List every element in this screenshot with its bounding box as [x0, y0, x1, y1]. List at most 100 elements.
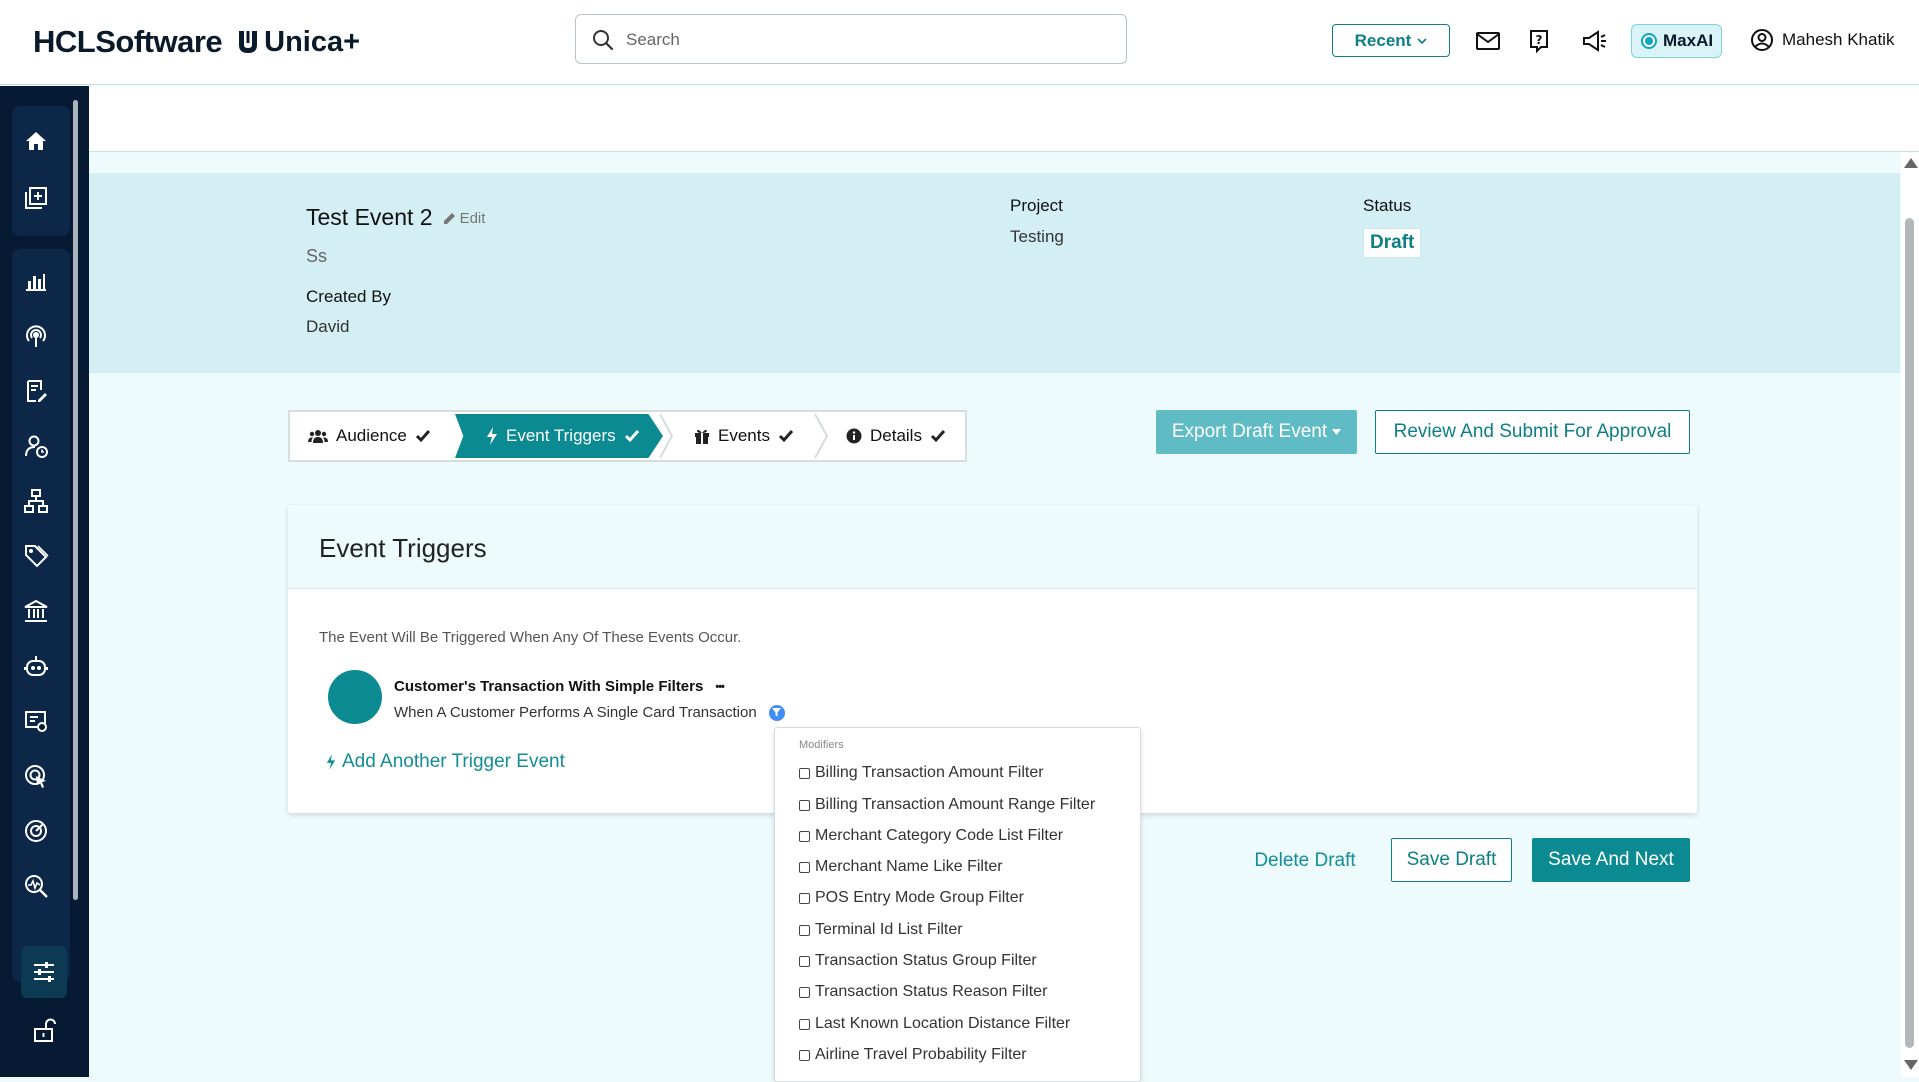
event-title-row: Test Event 2 Edit	[306, 204, 485, 231]
checkbox[interactable]	[799, 986, 810, 998]
search-input[interactable]	[624, 25, 1108, 55]
trigger-sub-row: When A Customer Performs A Single Card T…	[394, 704, 785, 721]
search-box[interactable]	[575, 14, 1127, 64]
modifier-label: Merchant Name Like Filter	[815, 858, 1003, 875]
scroll-down-arrow-icon[interactable]	[1904, 1060, 1918, 1070]
sidebar	[0, 86, 89, 1077]
gift-icon	[695, 429, 709, 444]
top-bar: HCLSoftware Unica+ Recent ?	[0, 0, 1919, 85]
checkbox[interactable]	[799, 799, 810, 811]
step-event-triggers[interactable]: Event Triggers	[486, 415, 640, 457]
filter-icon[interactable]	[768, 704, 785, 721]
analytics-icon[interactable]	[19, 264, 53, 298]
checkbox[interactable]	[799, 892, 810, 904]
checkbox[interactable]	[799, 924, 810, 936]
add-trigger-link[interactable]: Add Another Trigger Event	[326, 751, 565, 773]
content-top-band	[89, 86, 1919, 152]
search-icon	[593, 30, 614, 51]
checkbox[interactable]	[799, 955, 810, 967]
target-cursor-icon[interactable]	[19, 759, 53, 793]
unica-logo-icon	[239, 31, 258, 53]
modifier-label: Last Known Location Distance Filter	[815, 1015, 1071, 1032]
checkbox[interactable]	[799, 830, 810, 842]
caret-down-icon	[1332, 429, 1342, 435]
sliders-icon[interactable]	[27, 955, 61, 989]
modifier-label: Airline Travel Probability Filter	[815, 1046, 1027, 1063]
recent-button[interactable]: Recent	[1332, 24, 1450, 57]
bot-icon[interactable]	[19, 649, 53, 683]
bolt-icon	[326, 754, 336, 770]
modifier-label: Billing Transaction Amount Filter	[815, 764, 1044, 781]
checkbox[interactable]	[799, 767, 810, 779]
project-label: Project	[1010, 196, 1063, 215]
step-events[interactable]: Events	[694, 415, 794, 457]
modifier-option[interactable]: Airline Travel Probability Filter	[799, 1043, 1027, 1067]
add-widget-icon[interactable]	[19, 181, 53, 215]
gauge-icon[interactable]	[19, 814, 53, 848]
checkbox[interactable]	[799, 1049, 810, 1061]
chevron-down-icon	[1417, 37, 1427, 44]
checkbox[interactable]	[799, 861, 810, 873]
delete-draft-button[interactable]: Delete Draft	[1234, 840, 1376, 882]
home-icon[interactable]	[19, 124, 53, 158]
event-info-panel	[89, 173, 1900, 373]
search-analytics-icon[interactable]	[19, 869, 53, 903]
trigger-name: Customer's Transaction With Simple Filte…	[394, 678, 704, 695]
edit-link[interactable]: Edit	[443, 210, 486, 227]
modifier-option[interactable]: Merchant Name Like Filter	[799, 855, 1003, 879]
step-label: Event Triggers	[506, 426, 616, 445]
card-header: Event Triggers	[288, 505, 1697, 589]
status-badge: Draft	[1363, 228, 1422, 258]
event-title: Test Event 2	[306, 204, 433, 230]
check-icon	[415, 430, 431, 443]
modifier-option[interactable]: Billing Transaction Amount Filter	[799, 761, 1044, 785]
svg-text:?: ?	[1536, 33, 1543, 47]
settings-list-icon[interactable]	[19, 704, 53, 738]
modifier-option[interactable]: POS Entry Mode Group Filter	[799, 886, 1024, 910]
scrollbar-thumb[interactable]	[1905, 218, 1914, 1048]
review-submit-button[interactable]: Review And Submit For Approval	[1375, 410, 1690, 454]
modifier-label: Transaction Status Reason Filter	[815, 983, 1048, 1000]
created-by-label: Created By	[306, 287, 392, 306]
announcement-icon[interactable]	[1581, 28, 1607, 54]
status-label: Status	[1363, 196, 1412, 215]
more-options-icon[interactable]: •••	[715, 681, 725, 693]
brand-name: HCLSoftware	[33, 24, 223, 59]
export-draft-event-button[interactable]: Export Draft Event	[1156, 410, 1357, 454]
help-icon[interactable]: ?	[1526, 28, 1552, 54]
step-audience[interactable]: Audience	[308, 415, 431, 457]
modifier-label: POS Entry Mode Group Filter	[815, 889, 1024, 906]
modifier-option[interactable]: Last Known Location Distance Filter	[799, 1012, 1070, 1036]
modifier-option[interactable]: Merchant Category Code List Filter	[799, 824, 1063, 848]
modifier-option[interactable]: Billing Transaction Amount Range Filter	[799, 793, 1095, 817]
modifier-option[interactable]: Transaction Status Group Filter	[799, 949, 1037, 973]
user-avatar-icon	[1751, 29, 1773, 51]
created-by-value: David	[306, 317, 350, 336]
modifier-option[interactable]: Transaction Status Reason Filter	[799, 980, 1047, 1004]
checkbox[interactable]	[799, 1018, 810, 1030]
edit-label: Edit	[459, 210, 486, 227]
modifier-label: Terminal Id List Filter	[815, 921, 963, 938]
tag-icon[interactable]	[19, 539, 53, 573]
broadcast-icon[interactable]	[19, 319, 53, 353]
pencil-icon	[443, 213, 455, 224]
bank-icon[interactable]	[19, 594, 53, 628]
modifier-option[interactable]: Terminal Id List Filter	[799, 918, 963, 942]
document-edit-icon[interactable]	[19, 374, 53, 408]
brand-logo[interactable]: HCLSoftware Unica+	[33, 24, 360, 60]
maxai-button[interactable]: MaxAI	[1631, 24, 1722, 58]
check-icon	[930, 430, 946, 443]
user-clock-icon[interactable]	[19, 429, 53, 463]
save-and-next-button[interactable]: Save And Next	[1532, 838, 1690, 882]
scroll-up-arrow-icon[interactable]	[1904, 158, 1918, 168]
hierarchy-icon[interactable]	[19, 484, 53, 518]
save-draft-button[interactable]: Save Draft	[1391, 838, 1512, 882]
step-label: Events	[718, 426, 770, 445]
user-menu[interactable]: Mahesh Khatik	[1750, 28, 1894, 52]
unlock-icon[interactable]	[27, 1013, 61, 1047]
recent-label: Recent	[1354, 30, 1412, 50]
step-details[interactable]: Details	[846, 415, 946, 457]
sidebar-scrollbar[interactable]	[73, 100, 78, 900]
mail-icon[interactable]	[1475, 28, 1501, 54]
modifiers-dropdown: Modifiers Billing Transaction Amount Fil…	[774, 727, 1141, 1082]
